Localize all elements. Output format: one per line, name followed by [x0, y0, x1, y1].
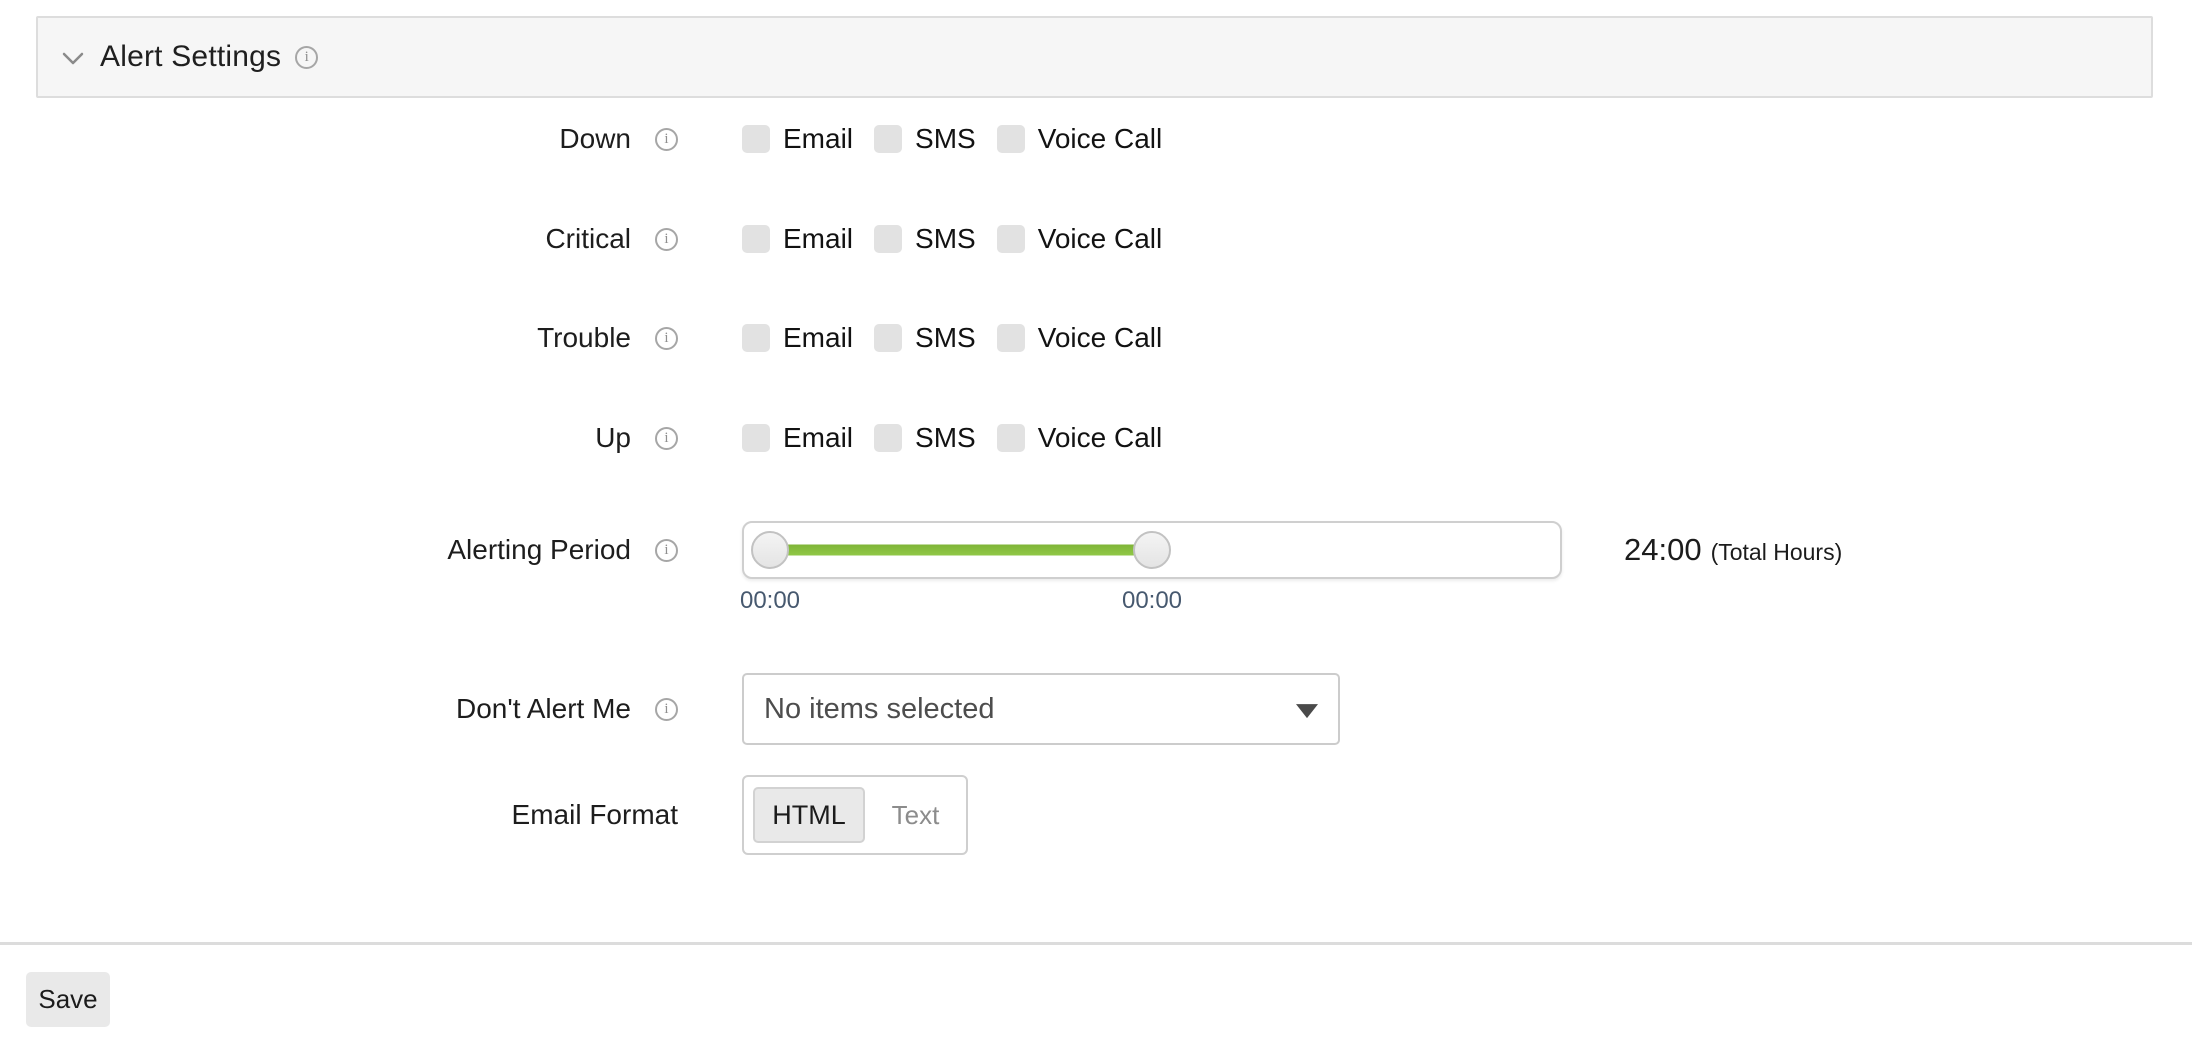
checkbox-label[interactable]: SMS [915, 223, 976, 255]
checkbox-label[interactable]: Voice Call [1038, 322, 1163, 354]
footer-divider [0, 942, 2192, 945]
checkbox-label[interactable]: Email [783, 223, 853, 255]
checkbox[interactable] [874, 225, 902, 253]
slider-handle-end[interactable] [1133, 531, 1171, 569]
total-hours-value: 24:00 [1624, 532, 1702, 568]
checkbox-label[interactable]: Voice Call [1038, 123, 1163, 155]
critical-email-checkbox-item[interactable]: Email [742, 223, 853, 255]
checkbox[interactable] [997, 225, 1025, 253]
slider-start-time: 00:00 [740, 587, 800, 615]
checkbox-label[interactable]: Email [783, 422, 853, 454]
alert-row-critical: Critical i Email SMS Voice Call [0, 223, 2192, 255]
slider-end-time: 00:00 [1122, 587, 1182, 615]
trouble-voice-call-checkbox-item[interactable]: Voice Call [997, 322, 1163, 354]
info-icon[interactable]: i [655, 539, 678, 562]
critical-voice-call-checkbox-item[interactable]: Voice Call [997, 223, 1163, 255]
row-label-dont-alert-me: Don't Alert Me [456, 693, 631, 725]
checkbox[interactable] [874, 125, 902, 153]
info-icon[interactable]: i [295, 46, 318, 69]
up-sms-checkbox-item[interactable]: SMS [874, 422, 976, 454]
down-sms-checkbox-item[interactable]: SMS [874, 123, 976, 155]
row-label-alerting-period: Alerting Period [447, 534, 631, 566]
dont-alert-me-row: Don't Alert Me i No items selected [0, 673, 2192, 745]
critical-sms-checkbox-item[interactable]: SMS [874, 223, 976, 255]
info-icon[interactable]: i [655, 128, 678, 151]
checkbox-label[interactable]: SMS [915, 422, 976, 454]
email-format-toggle: HTML Text [742, 775, 968, 855]
info-icon[interactable]: i [655, 698, 678, 721]
email-format-text-button[interactable]: Text [865, 800, 966, 831]
alert-row-up: Up i Email SMS Voice Call [0, 422, 2192, 454]
row-label-up: Up [595, 422, 631, 454]
alert-row-down: Down i Email SMS Voice Call [0, 123, 2192, 155]
checkbox-label[interactable]: Voice Call [1038, 223, 1163, 255]
slider-handle-start[interactable] [751, 531, 789, 569]
checkbox[interactable] [997, 424, 1025, 452]
checkbox-label[interactable]: SMS [915, 322, 976, 354]
checkbox[interactable] [997, 125, 1025, 153]
slider-range-bar [770, 545, 1152, 556]
checkbox[interactable] [874, 424, 902, 452]
up-voice-call-checkbox-item[interactable]: Voice Call [997, 422, 1163, 454]
checkbox[interactable] [742, 125, 770, 153]
save-button[interactable]: Save [26, 972, 110, 1027]
up-email-checkbox-item[interactable]: Email [742, 422, 853, 454]
trouble-email-checkbox-item[interactable]: Email [742, 322, 853, 354]
checkbox[interactable] [997, 324, 1025, 352]
alerting-period-slider[interactable]: 00:00 00:00 [742, 521, 1562, 579]
checkbox-label[interactable]: Email [783, 322, 853, 354]
checkbox[interactable] [874, 324, 902, 352]
info-icon[interactable]: i [655, 427, 678, 450]
info-icon[interactable]: i [655, 228, 678, 251]
total-hours: 24:00 (Total Hours) [1624, 532, 1842, 568]
checkbox-label[interactable]: Email [783, 123, 853, 155]
checkbox[interactable] [742, 225, 770, 253]
dont-alert-me-dropdown[interactable]: No items selected [742, 673, 1340, 745]
caret-down-icon [1296, 704, 1318, 718]
checkbox[interactable] [742, 424, 770, 452]
down-voice-call-checkbox-item[interactable]: Voice Call [997, 123, 1163, 155]
checkbox-label[interactable]: SMS [915, 123, 976, 155]
row-label-critical: Critical [545, 223, 631, 255]
email-format-row: Email Format HTML Text [0, 775, 2192, 855]
checkbox[interactable] [742, 324, 770, 352]
email-format-html-button[interactable]: HTML [753, 787, 865, 843]
chevron-down-icon[interactable] [62, 52, 84, 65]
row-label-email-format: Email Format [512, 799, 678, 831]
info-icon[interactable]: i [655, 327, 678, 350]
section-title: Alert Settings [100, 40, 281, 74]
alert-settings-page: Alert Settings i Down i Email SMS Voice … [0, 0, 2192, 1054]
trouble-sms-checkbox-item[interactable]: SMS [874, 322, 976, 354]
checkbox-label[interactable]: Voice Call [1038, 422, 1163, 454]
row-label-trouble: Trouble [537, 322, 631, 354]
down-email-checkbox-item[interactable]: Email [742, 123, 853, 155]
row-label-down: Down [559, 123, 631, 155]
alerting-period-row: Alerting Period i 00:00 00:00 24:00 (Tot… [0, 521, 2192, 579]
alert-row-trouble: Trouble i Email SMS Voice Call [0, 322, 2192, 354]
dropdown-selected-value: No items selected [764, 693, 995, 726]
alert-settings-section-header[interactable]: Alert Settings i [36, 16, 2153, 98]
total-hours-suffix: (Total Hours) [1711, 539, 1843, 566]
